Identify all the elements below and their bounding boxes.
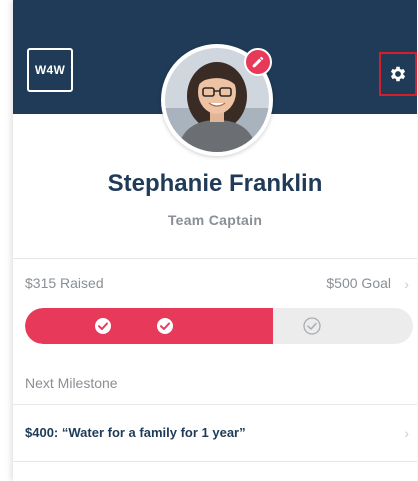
goal-amount[interactable]: $500 Goal — [326, 275, 391, 291]
profile-avatar-container — [161, 44, 273, 156]
milestone-check-pending-icon — [303, 317, 321, 335]
profile-screen: W4W Stephanie Franklin Team Captain $315… — [13, 0, 417, 481]
pencil-icon — [252, 56, 264, 68]
profile-name: Stephanie Franklin — [107, 170, 323, 197]
profile-role: Team Captain — [167, 212, 263, 228]
raised-amount: $315 Raised — [25, 275, 104, 291]
settings-button[interactable] — [379, 52, 417, 96]
chevron-right-icon: › — [404, 276, 409, 292]
edit-avatar-button[interactable] — [244, 48, 272, 76]
progress-fill — [25, 308, 274, 344]
divider — [13, 258, 417, 259]
chevron-right-icon: › — [404, 425, 409, 441]
app-logo: W4W — [27, 48, 73, 92]
next-milestone-label: Next Milestone — [25, 375, 118, 391]
fundraising-progress-bar — [25, 308, 413, 344]
next-milestone-text: $400: “Water for a family for 1 year” — [25, 425, 246, 440]
divider — [13, 461, 417, 462]
milestone-check-completed-icon — [94, 317, 112, 335]
gear-icon — [390, 66, 406, 82]
milestone-check-completed-icon — [156, 317, 174, 335]
next-milestone-row[interactable]: $400: “Water for a family for 1 year” › — [13, 405, 417, 461]
